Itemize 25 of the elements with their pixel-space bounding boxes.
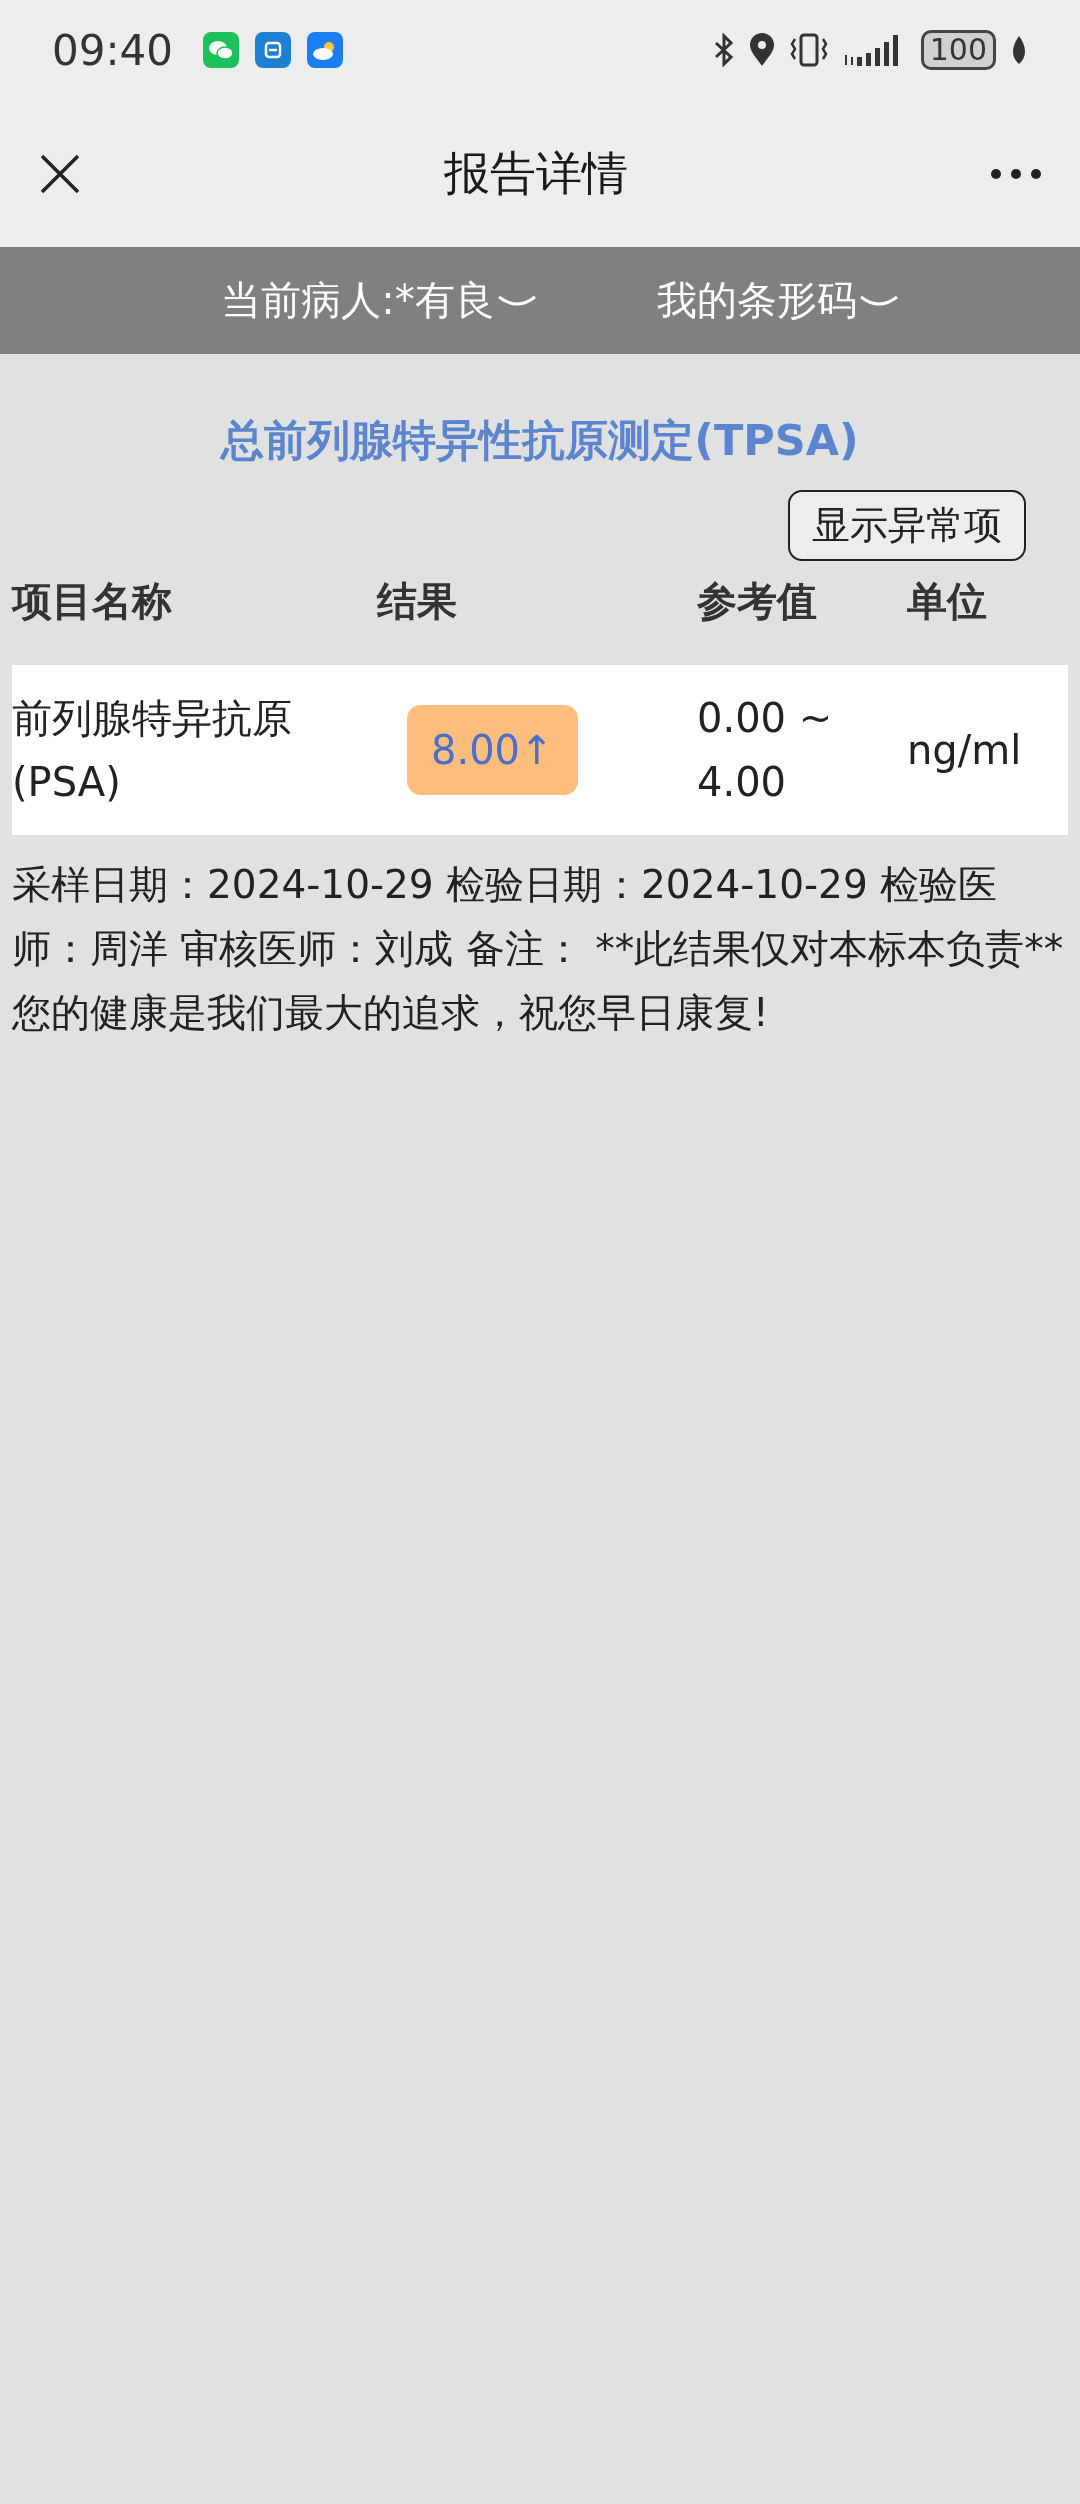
app-icon: [255, 32, 292, 68]
leaf-icon: [1010, 35, 1028, 65]
column-header: 参考值: [697, 576, 818, 626]
result-value: 8.00↑: [407, 705, 578, 795]
battery-level: 100: [920, 30, 996, 70]
selector-dropdown[interactable]: 我的条形码: [656, 273, 899, 328]
chevron-down-icon: [496, 294, 537, 307]
show-abnormal-button[interactable]: 显示异常项: [788, 490, 1026, 561]
page-title: 报告详情: [444, 144, 628, 202]
unit: ng/ml: [907, 726, 1023, 775]
column-header: 项目名称: [12, 576, 173, 626]
weather-icon: [307, 32, 344, 68]
vibrate-icon: [788, 33, 829, 67]
location-icon: [748, 33, 775, 67]
report-title: 总前列腺特异性抗原测定(TPSA): [219, 414, 860, 467]
item-name: 前列腺特异抗原(PSA): [12, 694, 293, 807]
chat-app-icon: [203, 32, 240, 68]
chevron-down-icon: [858, 294, 899, 307]
reference-range: 0.00 ~ 4.00: [697, 694, 834, 807]
status-time: 09:40: [52, 25, 174, 75]
report-note: 采样日期：2024-10-29 检验日期：2024-10-29 检验医师：周洋 审核医师：刘成 备注： **此结果仅对本标本负责** 您的健康是我们最大的追求，祝您早日康复!: [12, 861, 1065, 1037]
selector-dropdown[interactable]: 当前病人:*有良: [221, 273, 537, 328]
bluetooth-icon: [712, 33, 735, 67]
column-header: 单位: [907, 576, 988, 626]
column-header: 结果: [377, 576, 458, 626]
